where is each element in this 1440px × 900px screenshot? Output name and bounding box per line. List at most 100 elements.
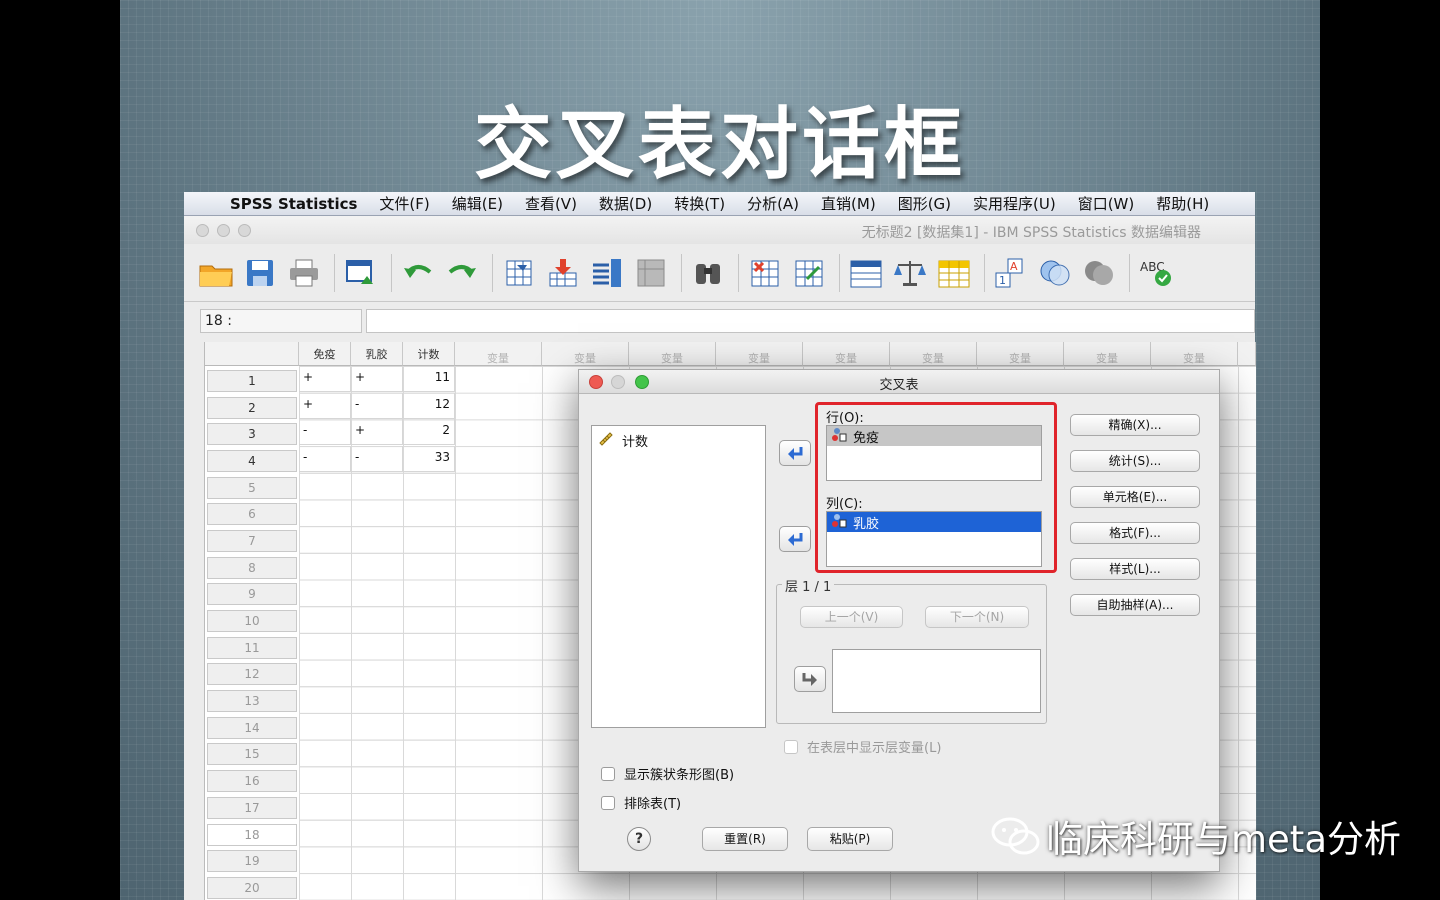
weight-cases-icon[interactable]	[890, 253, 930, 293]
column-header-var[interactable]: 变量	[1064, 342, 1151, 366]
cell-latex[interactable]: -	[351, 393, 403, 419]
insert-variable-icon[interactable]	[789, 253, 829, 293]
column-header-var[interactable]: 变量	[716, 342, 803, 366]
move-to-rows-button[interactable]	[779, 440, 811, 466]
spell-check-icon[interactable]: ABC	[1136, 253, 1176, 293]
variables-icon[interactable]	[587, 253, 627, 293]
move-to-layer-button[interactable]	[794, 666, 826, 692]
row-number[interactable]: 4	[207, 450, 297, 472]
rows-list-item[interactable]: 免疫	[827, 426, 1041, 446]
cell-count[interactable]: 2	[403, 419, 455, 445]
find-icon[interactable]	[688, 253, 728, 293]
column-header-var[interactable]: 变量	[890, 342, 977, 366]
window-minimize-button[interactable]	[217, 223, 230, 237]
column-header-count[interactable]: 计数	[403, 342, 455, 366]
menu-file[interactable]: 文件(F)	[379, 193, 429, 214]
window-zoom-button[interactable]	[238, 223, 251, 237]
menu-window[interactable]: 窗口(W)	[1078, 193, 1135, 214]
redo-icon[interactable]	[442, 253, 482, 293]
column-header-var[interactable]: 变量	[1151, 342, 1238, 366]
row-number[interactable]: 6	[207, 503, 297, 525]
row-number[interactable]: 10	[207, 610, 297, 632]
row-number[interactable]: 17	[207, 797, 297, 819]
menu-graphs[interactable]: 图形(G)	[898, 193, 951, 214]
menu-utilities[interactable]: 实用程序(U)	[973, 193, 1056, 214]
source-variable-list[interactable]: 计数	[591, 425, 766, 728]
bootstrap-button[interactable]: 自助抽样(A)...	[1070, 594, 1200, 616]
menu-analyze[interactable]: 分析(A)	[747, 193, 799, 214]
exact-button[interactable]: 精确(X)...	[1070, 414, 1200, 436]
cells-button[interactable]: 单元格(E)...	[1070, 486, 1200, 508]
row-number[interactable]: 18	[207, 824, 297, 846]
clustered-bar-chart-checkbox[interactable]: 显示簇状条形图(B)	[601, 764, 734, 783]
goto-variable-icon[interactable]	[543, 253, 583, 293]
columns-list-item[interactable]: 乳胶	[827, 512, 1041, 532]
paste-button[interactable]: 粘贴(P)	[807, 827, 893, 851]
variable-item[interactable]: 计数	[592, 426, 765, 454]
column-header-var[interactable]: 变量	[803, 342, 890, 366]
row-number[interactable]: 2	[207, 397, 297, 419]
insert-cases-icon[interactable]	[745, 253, 785, 293]
row-number[interactable]: 9	[207, 583, 297, 605]
menu-data[interactable]: 数据(D)	[599, 193, 652, 214]
row-number[interactable]: 8	[207, 557, 297, 579]
menu-app-name[interactable]: SPSS Statistics	[230, 195, 357, 213]
help-button[interactable]: ?	[627, 827, 651, 851]
row-number[interactable]: 15	[207, 743, 297, 765]
cell-count[interactable]: 12	[403, 393, 455, 419]
row-number[interactable]: 20	[207, 877, 297, 899]
row-number[interactable]: 14	[207, 717, 297, 739]
menu-transform[interactable]: 转换(T)	[674, 193, 725, 214]
column-header-latex[interactable]: 乳胶	[351, 342, 403, 366]
cell-latex[interactable]: +	[351, 366, 403, 392]
next-layer-button[interactable]: 下一个(N)	[925, 606, 1029, 628]
open-folder-icon[interactable]	[196, 253, 236, 293]
undo-icon[interactable]	[398, 253, 438, 293]
statistics-button[interactable]: 统计(S)...	[1070, 450, 1200, 472]
save-icon[interactable]	[240, 253, 280, 293]
row-number[interactable]: 19	[207, 850, 297, 872]
split-file-icon[interactable]	[846, 253, 886, 293]
menu-direct-marketing[interactable]: 直销(M)	[821, 193, 876, 214]
row-number[interactable]: 7	[207, 530, 297, 552]
row-number[interactable]: 12	[207, 663, 297, 685]
layer-list[interactable]	[832, 649, 1041, 713]
row-number[interactable]: 13	[207, 690, 297, 712]
cell-latex[interactable]: -	[351, 446, 403, 472]
column-header-var[interactable]: 变量	[542, 342, 629, 366]
row-number[interactable]: 16	[207, 770, 297, 792]
format-button[interactable]: 格式(F)...	[1070, 522, 1200, 544]
row-number[interactable]: 11	[207, 637, 297, 659]
reset-button[interactable]: 重置(R)	[702, 827, 788, 851]
rows-list[interactable]: 免疫	[826, 425, 1042, 481]
menu-help[interactable]: 帮助(H)	[1156, 193, 1209, 214]
cell-immunity[interactable]: +	[299, 366, 351, 392]
cell-reference-field[interactable]: 18 :	[200, 309, 362, 333]
show-all-variables-icon[interactable]	[1079, 253, 1119, 293]
cell-count[interactable]: 11	[403, 366, 455, 392]
cell-immunity[interactable]: -	[299, 419, 351, 445]
cell-value-field[interactable]	[366, 309, 1255, 333]
column-header-var[interactable]: 变量	[977, 342, 1064, 366]
cell-immunity[interactable]: -	[299, 446, 351, 472]
goto-case-icon[interactable]	[499, 253, 539, 293]
dialog-recall-icon[interactable]	[341, 253, 381, 293]
run-descriptives-icon[interactable]	[631, 253, 671, 293]
columns-list[interactable]: 乳胶	[826, 511, 1042, 567]
menu-view[interactable]: 查看(V)	[525, 193, 577, 214]
select-cases-icon[interactable]	[934, 253, 974, 293]
show-layer-variables-checkbox[interactable]: 在表层中显示层变量(L)	[784, 737, 941, 756]
menu-edit[interactable]: 编辑(E)	[452, 193, 503, 214]
value-labels-icon[interactable]: A1	[991, 253, 1031, 293]
cell-count[interactable]: 33	[403, 446, 455, 472]
row-number[interactable]: 1	[207, 370, 297, 392]
column-header-var[interactable]: 变量	[455, 342, 542, 366]
print-icon[interactable]	[284, 253, 324, 293]
cell-latex[interactable]: +	[351, 419, 403, 445]
move-to-columns-button[interactable]	[779, 526, 811, 552]
style-button[interactable]: 样式(L)...	[1070, 558, 1200, 580]
column-header-var[interactable]	[1238, 342, 1256, 366]
column-header-immunity[interactable]: 免疫	[299, 342, 351, 366]
column-header-var[interactable]: 变量	[629, 342, 716, 366]
row-number[interactable]: 3	[207, 423, 297, 445]
